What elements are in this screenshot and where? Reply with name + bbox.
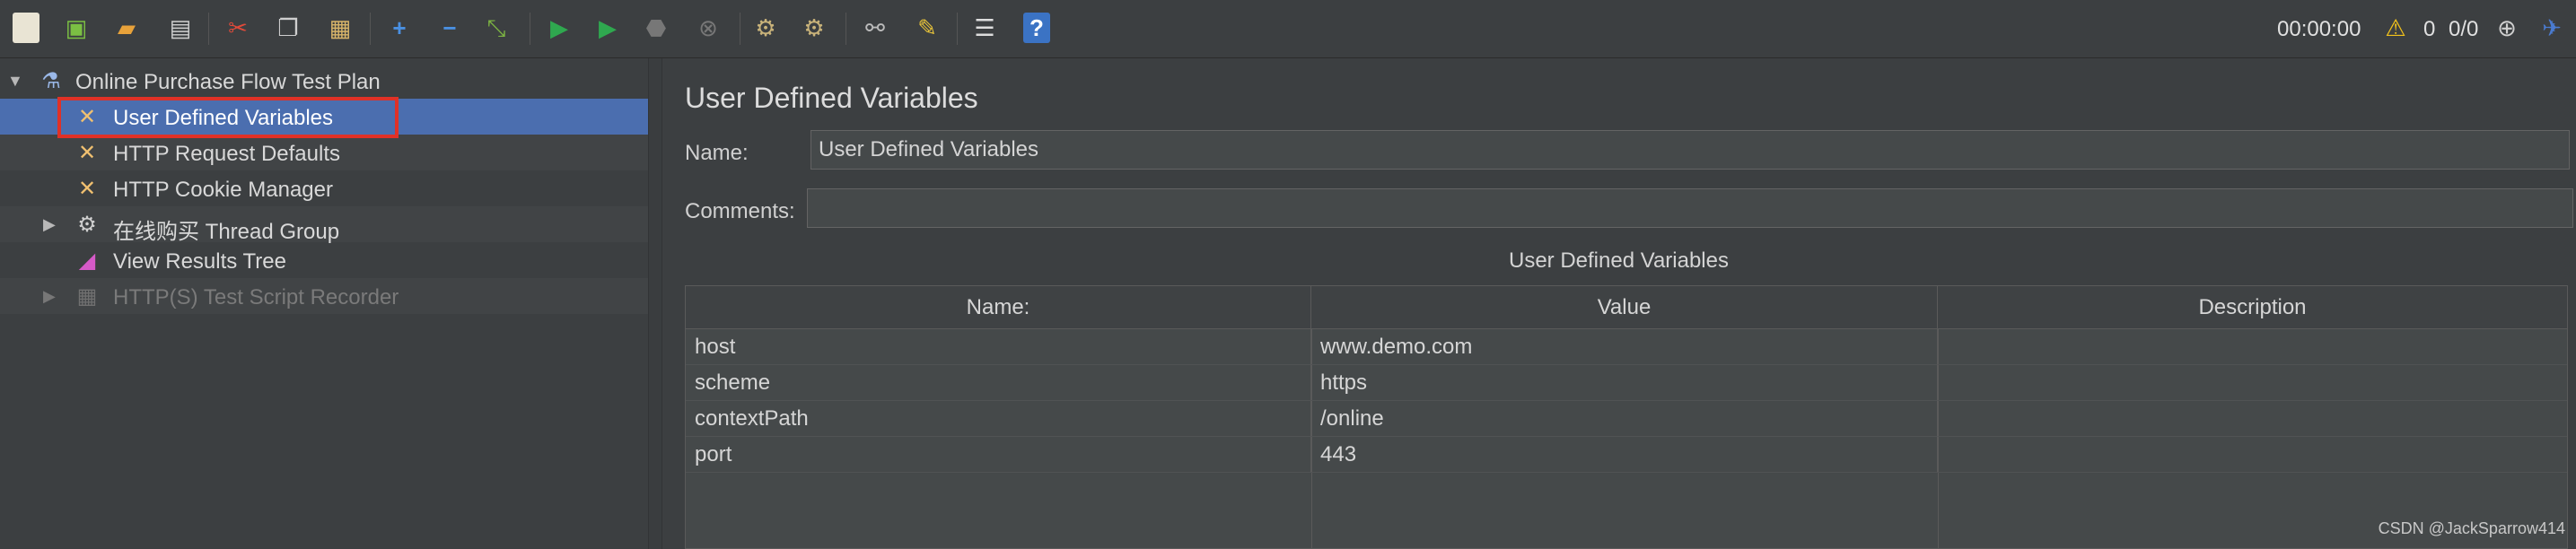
cell-name[interactable]: scheme bbox=[686, 365, 1311, 401]
cell-description[interactable] bbox=[1938, 437, 2567, 473]
expand-icon[interactable]: + bbox=[384, 13, 415, 43]
listener-icon: ◢ bbox=[78, 248, 96, 273]
help-icon[interactable]: ? bbox=[1023, 13, 1050, 43]
comments-field[interactable] bbox=[807, 188, 2573, 228]
toolbar-separator bbox=[957, 13, 958, 45]
column-header-name[interactable]: Name: bbox=[686, 286, 1311, 329]
cell-value[interactable]: 443 bbox=[1311, 437, 1938, 473]
cell-description[interactable] bbox=[1938, 365, 2567, 401]
clear-icon[interactable]: ⚙ bbox=[750, 13, 781, 43]
save-icon[interactable]: ▤ bbox=[165, 13, 196, 43]
start-no-pause-icon[interactable]: ▶ bbox=[592, 13, 623, 43]
table-caption: User Defined Variables bbox=[1508, 248, 1729, 273]
tree-item-http-request-defaults[interactable]: ✕ HTTP Request Defaults bbox=[0, 135, 648, 170]
cell-name[interactable]: port bbox=[686, 437, 1311, 473]
tree-item-test-plan[interactable]: ▼ ⚗ Online Purchase Flow Test Plan bbox=[0, 63, 648, 99]
clear-all-icon[interactable]: ⚙ bbox=[799, 13, 829, 43]
name-field[interactable] bbox=[810, 130, 2570, 170]
templates-icon[interactable]: ▣ bbox=[61, 13, 92, 43]
thread-group-gear-icon: ⚙ bbox=[77, 212, 97, 237]
log-viewer-icon[interactable]: ✈ bbox=[2537, 13, 2567, 43]
config-element-icon: ✕ bbox=[77, 176, 97, 201]
tree-item-label: HTTP Cookie Manager bbox=[113, 178, 333, 202]
function-helper-icon[interactable]: ☰ bbox=[969, 13, 1000, 43]
config-element-icon: ✕ bbox=[77, 140, 97, 165]
tree-item-thread-group[interactable]: ▶ ⚙ 在线购买 Thread Group bbox=[0, 206, 648, 244]
collapsed-arrow-icon[interactable]: ▶ bbox=[43, 287, 56, 306]
cell-description[interactable] bbox=[1938, 329, 2567, 365]
active-threads: 0/0 bbox=[2449, 17, 2479, 41]
tree-item-label: 在线购买 Thread Group bbox=[113, 220, 340, 244]
toolbar-separator bbox=[208, 13, 209, 45]
cell-value[interactable]: https bbox=[1311, 365, 1938, 401]
cell-description[interactable] bbox=[1938, 401, 2567, 437]
cell-value[interactable]: www.demo.com bbox=[1311, 329, 1938, 365]
cell-name[interactable]: contextPath bbox=[686, 401, 1311, 437]
cell-name[interactable]: host bbox=[686, 329, 1311, 365]
search-icon[interactable]: ⚯ bbox=[860, 13, 890, 43]
tree-item-view-results-tree[interactable]: ◢ View Results Tree bbox=[0, 242, 648, 278]
highlight-box bbox=[57, 97, 399, 138]
test-plan-icon: ⚗ bbox=[41, 68, 61, 93]
tree-item-label: View Results Tree bbox=[113, 249, 286, 274]
warning-count: 0 bbox=[2423, 17, 2436, 41]
split-pane-divider[interactable] bbox=[648, 58, 662, 549]
toolbar-separator bbox=[370, 13, 371, 45]
cut-icon[interactable]: ✂ bbox=[223, 13, 253, 43]
recorder-icon: ▦ bbox=[76, 283, 98, 309]
tree-item-label: HTTP(S) Test Script Recorder bbox=[113, 285, 399, 309]
collapse-icon[interactable]: − bbox=[434, 13, 465, 43]
column-header-description[interactable]: Description bbox=[1938, 286, 2567, 329]
remote-status-icon[interactable]: ⊕ bbox=[2492, 13, 2522, 43]
toolbar: ▣ ▰ ▤ ✂ ❐ ▦ + − ⤡ ▶ ▶ ⬣ ⊗ ⚙ ⚙ ⚯ ✎ ☰ ? 00… bbox=[0, 0, 2576, 58]
tree-item-label: Online Purchase Flow Test Plan bbox=[75, 70, 381, 94]
variables-table[interactable]: Name: Value Description host www.demo.co… bbox=[685, 285, 2568, 549]
toggle-icon[interactable]: ⤡ bbox=[481, 13, 512, 43]
stop-icon[interactable]: ⬣ bbox=[641, 13, 671, 43]
open-icon[interactable]: ▰ bbox=[111, 13, 142, 43]
tree-item-recorder[interactable]: ▶ ▦ HTTP(S) Test Script Recorder bbox=[0, 278, 648, 314]
reset-search-icon[interactable]: ✎ bbox=[912, 13, 942, 43]
tree-item-http-cookie-manager[interactable]: ✕ HTTP Cookie Manager bbox=[0, 170, 648, 206]
column-header-value[interactable]: Value bbox=[1311, 286, 1938, 329]
collapsed-arrow-icon[interactable]: ▶ bbox=[43, 215, 56, 234]
start-icon[interactable]: ▶ bbox=[544, 13, 574, 43]
panel-title: User Defined Variables bbox=[685, 82, 978, 114]
config-panel: User Defined Variables Name: Comments: U… bbox=[662, 58, 2576, 549]
paste-icon[interactable]: ▦ bbox=[325, 13, 355, 43]
elapsed-time: 00:00:00 bbox=[2277, 17, 2361, 41]
copy-icon[interactable]: ❐ bbox=[273, 13, 303, 43]
warning-icon[interactable]: ⚠ bbox=[2380, 13, 2411, 43]
name-label: Name: bbox=[685, 141, 749, 165]
comments-label: Comments: bbox=[685, 199, 795, 223]
tree-item-label: HTTP Request Defaults bbox=[113, 142, 340, 166]
shutdown-icon[interactable]: ⊗ bbox=[693, 13, 723, 43]
expand-arrow-icon[interactable]: ▼ bbox=[7, 72, 23, 91]
new-icon[interactable] bbox=[13, 13, 39, 43]
watermark: CSDN @JackSparrow414 bbox=[2378, 519, 2565, 537]
cell-value[interactable]: /online bbox=[1311, 401, 1938, 437]
